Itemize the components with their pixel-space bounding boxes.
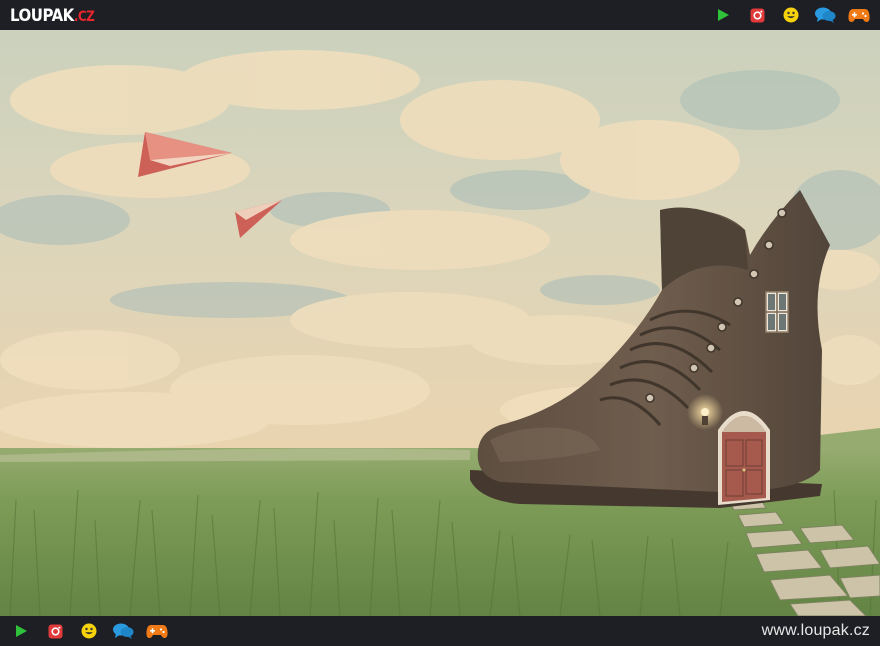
chat-icon[interactable] — [814, 5, 836, 25]
main-image — [0, 30, 880, 616]
bottom-icon-group — [10, 621, 168, 641]
top-bar: LOUPAK .CZ — [0, 0, 880, 30]
logo-text: LOUPAK — [10, 4, 74, 26]
play-icon[interactable] — [10, 621, 32, 641]
smiley-icon[interactable] — [780, 5, 802, 25]
top-icon-group — [712, 5, 870, 25]
smiley-icon[interactable] — [78, 621, 100, 641]
site-url[interactable]: www.loupak.cz — [762, 622, 870, 640]
gamepad-icon[interactable] — [848, 5, 870, 25]
chat-icon[interactable] — [112, 621, 134, 641]
instagram-icon[interactable] — [44, 621, 66, 641]
gamepad-icon[interactable] — [146, 621, 168, 641]
bottom-bar: www.loupak.cz — [0, 616, 880, 646]
instagram-icon[interactable] — [746, 5, 768, 25]
play-icon[interactable] — [712, 5, 734, 25]
site-logo[interactable]: LOUPAK .CZ — [10, 4, 95, 26]
logo-accent: .CZ — [73, 8, 95, 25]
